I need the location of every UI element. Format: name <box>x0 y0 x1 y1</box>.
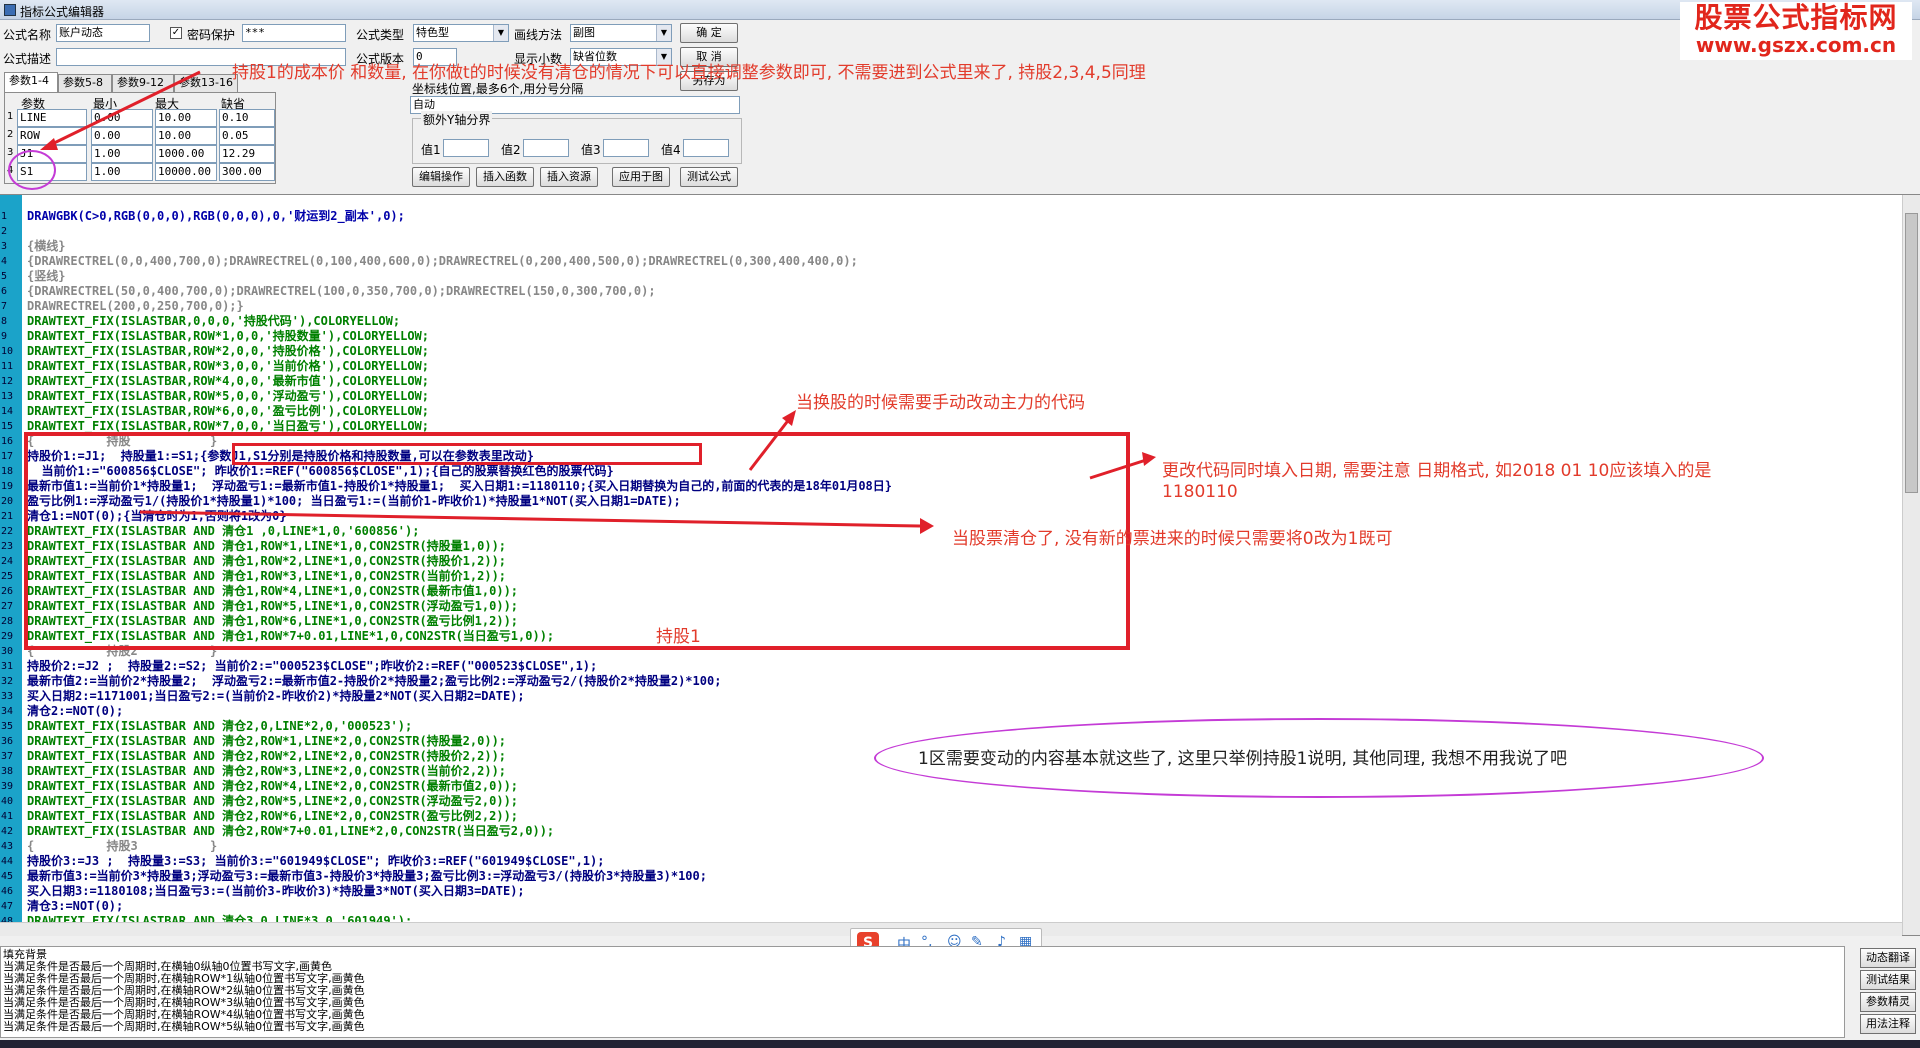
arrow-head <box>40 138 58 150</box>
usage-notes-button[interactable]: 用法注释 <box>1860 1014 1916 1034</box>
annotation-summary: 1区需要变动的内容基本就这些了, 这里只举例持股1说明, 其他同理, 我想不用我… <box>918 749 1568 769</box>
test-result-button[interactable]: 测试结果 <box>1860 970 1916 990</box>
taskbar <box>0 1040 1920 1048</box>
annotation-clear-position: 当股票清仓了, 没有新的票进来的时候只需要将0改为1既可 <box>952 529 1393 549</box>
arrow-to-code-note <box>748 417 792 471</box>
dynamic-translate-button[interactable]: 动态翻译 <box>1860 948 1916 968</box>
arrow-to-clear-note <box>139 510 921 528</box>
status-line: 当满足条件是否最后一个周期时,在横轴ROW*5纵轴0位置书写文字,画黄色 <box>3 1020 365 1033</box>
param-wizard-button[interactable]: 参数精灵 <box>1860 992 1916 1012</box>
annotation-change-code: 当换股的时候需要手动改动主力的代码 <box>796 393 1085 413</box>
function-description-panel: 填充背景 当满足条件是否最后一个周期时,在横轴0纵轴0位置书写文字,画黄色 当满… <box>0 946 1845 1038</box>
arrow-to-date-note <box>1089 458 1147 480</box>
arrow-head <box>920 518 934 534</box>
annotation-date-format: 更改代码同时填入日期, 需要注意 日期格式, 如2018 01 10应该填入的是 <box>1162 461 1712 481</box>
arrow-head <box>1142 452 1156 466</box>
annotation-date-example: 1180110 <box>1162 482 1238 502</box>
annotation-holding1: 持股1 <box>656 627 701 647</box>
annotation-params: 持股1的成本价 和数量, 在你做t的时候没有清仓的情况下可以直接调整参数即可, … <box>232 63 1146 83</box>
arrow-to-params <box>47 70 201 148</box>
